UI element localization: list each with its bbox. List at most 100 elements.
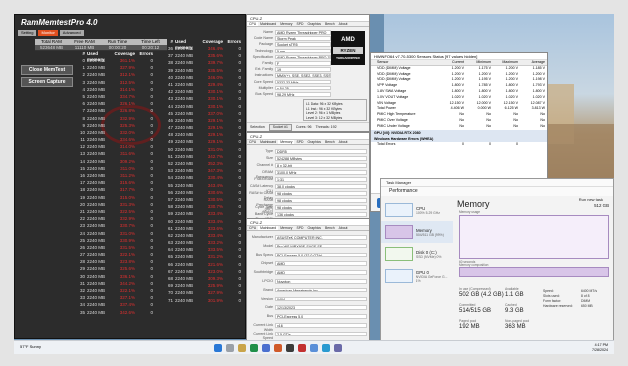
hwinfo-col-header[interactable]: Minimum <box>466 60 493 65</box>
table-cell: 2240 MB <box>175 232 194 238</box>
table-cell: 2240 MB <box>175 218 194 224</box>
speed-label: Speed: <box>543 289 554 293</box>
table-cell: 2240 MB <box>175 297 194 303</box>
table-row: 54 2240 MB 330.4% 0 <box>165 174 243 181</box>
stat-label: Committed <box>459 303 476 307</box>
table-cell: 0 <box>150 244 153 250</box>
field-label: Technology <box>254 48 273 53</box>
table-cell: 8 <box>82 115 85 121</box>
tab-cpu[interactable]: CPU <box>247 22 259 26</box>
table-cell: 333.2% <box>207 240 223 246</box>
tab-bench[interactable]: Bench <box>323 226 337 230</box>
tab-graphics[interactable]: Graphics <box>305 226 323 230</box>
table-cell: 22 <box>79 216 85 222</box>
tab-about[interactable]: About <box>337 140 350 144</box>
tab-setting[interactable]: Setting <box>18 30 37 36</box>
slots-value: 8 of 8 <box>581 294 590 298</box>
field-row: Manufacturer ASUSTeK COMPUTER INC. <box>249 235 367 240</box>
table-cell: 2240 MB <box>87 115 106 121</box>
table-row: 14 2240 MB 309.2% 0 <box>77 158 155 165</box>
stat-label: Cached <box>505 303 517 307</box>
table-cell: 0 <box>150 122 153 128</box>
task-manager-taskbar-icon[interactable] <box>334 344 342 352</box>
tab-about[interactable]: About <box>337 22 350 26</box>
table-cell: 35 <box>79 309 85 315</box>
app-icon[interactable] <box>274 344 282 352</box>
thread-column-left: # Used memory Coverage Errors 0 2240 MB 361.1%… <box>77 51 155 316</box>
hwinfo-col-header[interactable]: Maximum <box>493 60 520 65</box>
time-left-value: 00:20:12 <box>141 45 160 50</box>
threadripper-logo-text: THREADRIPPER <box>336 56 360 60</box>
table-cell: 0 <box>150 194 153 200</box>
sidebar-item-disk[interactable]: Disk 0 (C:) SSD (NVMe) 0% <box>381 243 453 265</box>
table-cell: 0 <box>238 139 241 145</box>
table-cell: 0 <box>238 146 241 152</box>
cpuz-taskbar-icon[interactable] <box>310 344 318 352</box>
tab-monitor[interactable]: Monitor <box>38 30 58 36</box>
search-icon[interactable] <box>226 344 234 352</box>
sidebar-item-memory[interactable]: Memory 504/511 GB (99%) <box>381 221 453 243</box>
file-explorer-icon[interactable] <box>238 344 246 352</box>
tab-memory[interactable]: Memory <box>278 226 294 230</box>
hardware-reserved-value: 650 MB <box>581 304 593 308</box>
terminal-icon[interactable] <box>286 344 294 352</box>
tab-advanced[interactable]: Advanced <box>59 30 84 36</box>
tab-graphics[interactable]: Graphics <box>305 140 323 144</box>
system-clock[interactable]: 4:17 PM 7/28/2024 <box>592 343 608 353</box>
hwinfo-col-header[interactable]: Sensor <box>371 60 439 65</box>
field-label: LPCIO <box>262 279 273 283</box>
hwinfo-taskbar-icon[interactable] <box>322 344 330 352</box>
field-row: Current Link Speed 2.5 GT/s <box>249 331 367 340</box>
hwinfo-col-header[interactable]: Current <box>439 60 466 65</box>
table-cell: 24 <box>79 230 85 236</box>
table-cell: 28 <box>79 259 85 265</box>
table-cell: 326.1% <box>119 101 135 107</box>
screen-capture-button[interactable]: Screen Capture <box>21 77 73 87</box>
weather-widget[interactable]: 57°F Sunny <box>20 344 41 349</box>
field-value: PCI-Express 5.0 <box>275 314 367 319</box>
tab-about[interactable]: About <box>337 226 350 230</box>
tab-memory[interactable]: Memory <box>278 140 295 144</box>
table-row: 55 2240 MB 343.4% 0 <box>165 182 243 189</box>
table-cell: 325.3% <box>119 122 135 128</box>
close-memtest-button[interactable]: Close MemTest <box>21 65 73 75</box>
tab-spd[interactable]: SPD <box>294 22 305 26</box>
table-cell: 314.0% <box>119 144 135 150</box>
tab-bench[interactable]: Bench <box>323 22 337 26</box>
total-ram-value: 523648 MB <box>39 45 64 50</box>
table-row: 1 2240 MB 327.9% 0 <box>77 64 155 71</box>
sidebar-item-cpu[interactable]: CPU 100% 5.29 GHz <box>381 199 453 221</box>
table-cell: 0 <box>150 115 153 121</box>
tab-cpu[interactable]: CPU <box>247 226 258 230</box>
field-label: Code Name <box>253 36 273 41</box>
store-icon[interactable] <box>262 344 270 352</box>
tab-mainboard[interactable]: Mainboard <box>258 140 278 144</box>
tab-mainboard[interactable]: Mainboard <box>258 226 279 230</box>
table-cell: 330.5% <box>207 196 223 202</box>
tab-mainboard[interactable]: Mainboard <box>258 22 278 26</box>
table-cell: 63 <box>167 240 173 246</box>
table-cell: 0 <box>150 187 153 193</box>
sidebar-item-gpu[interactable]: GPU 0 NVIDIA GeForce G... 1% <box>381 265 453 287</box>
table-cell: 2240 MB <box>87 65 106 71</box>
tab-cpu[interactable]: CPU <box>247 140 258 144</box>
start-icon[interactable] <box>214 344 222 352</box>
tab-spd[interactable]: SPD <box>294 226 305 230</box>
tab-graphics[interactable]: Graphics <box>305 22 323 26</box>
tab-bench[interactable]: Bench <box>323 140 337 144</box>
table-cell: 39 <box>167 67 173 73</box>
tab-memory[interactable]: Memory <box>278 22 294 26</box>
table-cell: 2240 MB <box>175 117 194 123</box>
memtest-taskbar-icon[interactable] <box>298 344 306 352</box>
table-cell: 0 <box>238 74 241 80</box>
table-cell: 347.3% <box>207 168 223 174</box>
browser-icon[interactable] <box>250 344 258 352</box>
table-cell: 29 <box>79 266 85 272</box>
table-cell: 315.0% <box>119 194 135 200</box>
field-value: 98 clocks <box>275 205 367 210</box>
memory-composition-bar <box>459 267 609 277</box>
table-row: 8 2240 MB 332.9% 0 <box>77 115 155 122</box>
hwinfo-col-header[interactable]: Average <box>520 60 547 65</box>
socket-select[interactable]: Socket #1 <box>268 123 292 131</box>
tab-spd[interactable]: SPD <box>294 140 305 144</box>
